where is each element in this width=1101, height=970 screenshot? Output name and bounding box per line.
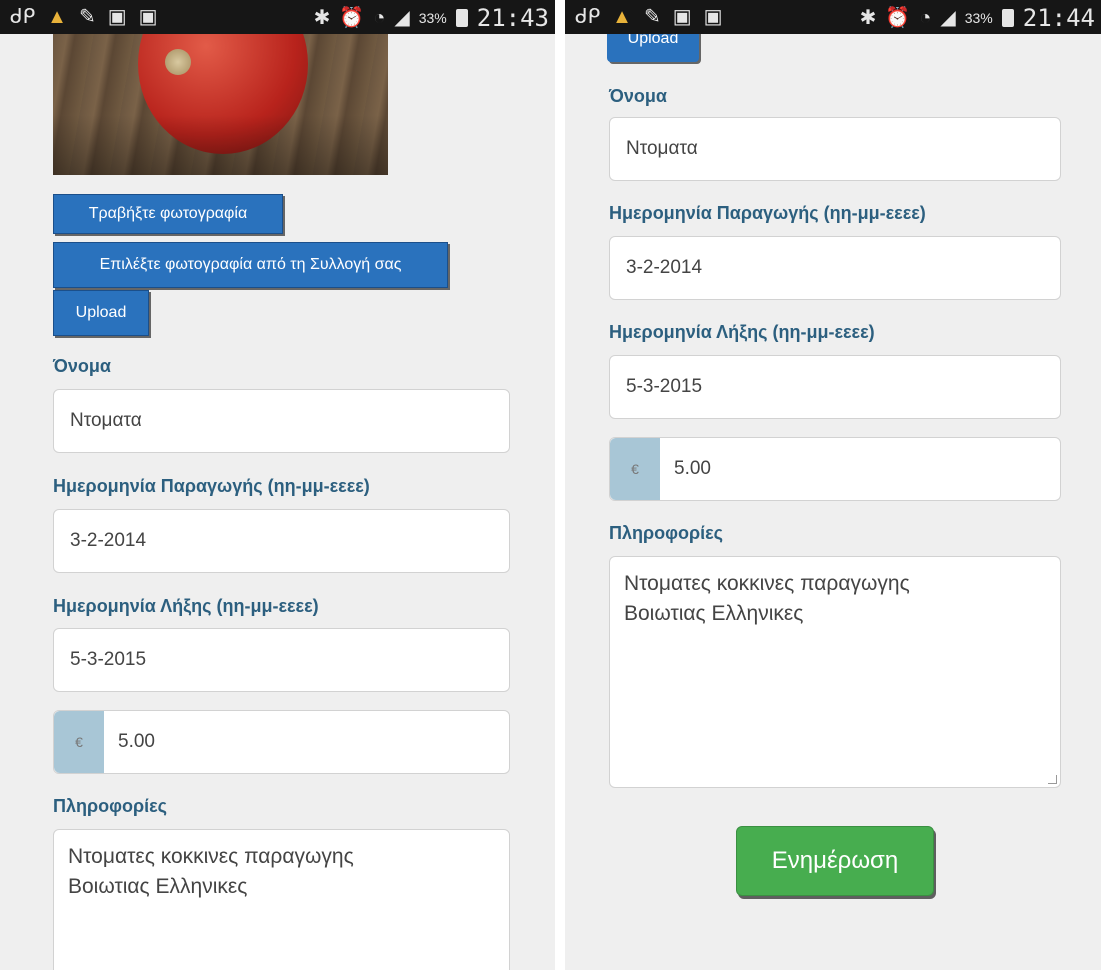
production-date-input[interactable]: 3-2-2014 (609, 236, 1061, 300)
take-photo-button[interactable]: Τραβήξτε φωτογραφία (53, 194, 283, 234)
expiry-date-value: 5-3-2015 (626, 376, 703, 397)
name-label: Όνομα (53, 356, 111, 376)
cp-icon: ᑯᑭ (10, 6, 36, 28)
status-bar-left-icons: ᑯᑭ ▲ ✎ ▣ ▣ (10, 6, 158, 28)
expiry-date-input[interactable]: 5-3-2015 (53, 628, 510, 692)
expiry-date-label: Ημερομηνία Λήξης (ηη-μμ-εεεε) (609, 322, 875, 342)
briefcase-check-icon: ▣ (703, 6, 723, 28)
name-label: Όνομα (609, 86, 667, 106)
battery-icon (455, 9, 468, 27)
currency-addon: € (610, 438, 660, 500)
signal-icon: ◢ (940, 7, 956, 29)
price-value: 5.00 (118, 731, 155, 752)
production-date-label: Ημερομηνία Παραγωγής (ηη-μμ-εεεε) (53, 476, 370, 496)
name-value: Ντοματα (626, 138, 698, 159)
photo-shadow (53, 115, 388, 175)
battery-percent: 33% (964, 10, 993, 26)
alarm-icon: ⏰ (885, 7, 911, 29)
name-input[interactable]: Ντοματα (53, 389, 510, 453)
status-bar: ᑯᑭ ▲ ✎ ▣ ▣ ✱ ⏰ ◔ ◢ 33% 21:43 (0, 0, 555, 34)
signal-icon: ◢ (394, 7, 410, 29)
info-line-1: Ντοματες κοκκινες παραγωγης (68, 845, 354, 868)
clock: 21:44 (1022, 4, 1095, 32)
tomato-stem (165, 49, 191, 75)
production-date-value: 3-2-2014 (70, 530, 147, 551)
info-textarea[interactable]: Ντοματες κοκκινες παραγωγης Βοιωτιας Ελλ… (609, 556, 1061, 788)
name-input[interactable]: Ντοματα (609, 117, 1061, 181)
name-value: Ντοματα (70, 410, 142, 431)
broom-icon: ▲ (47, 6, 67, 28)
choose-from-gallery-button[interactable]: Επιλέξτε φωτογραφία από τη Συλλογή σας (53, 242, 448, 288)
info-line-1: Ντοματες κοκκινες παραγωγης (624, 572, 910, 595)
pencil-icon: ✎ (643, 6, 661, 28)
price-input-group[interactable]: € 5.00 (609, 437, 1061, 501)
status-bar-right-icons: ✱ ⏰ ◔ ◢ 33% 21:43 (314, 4, 549, 32)
price-input-group[interactable]: € 5.00 (53, 710, 510, 774)
production-date-value: 3-2-2014 (626, 257, 703, 278)
broom-icon: ▲ (612, 6, 632, 28)
briefcase-icon: ▣ (107, 6, 127, 28)
wifi-icon: ◔ (373, 7, 386, 29)
briefcase-check-icon: ▣ (138, 6, 158, 28)
expiry-date-input[interactable]: 5-3-2015 (609, 355, 1061, 419)
bluetooth-icon: ✱ (313, 7, 331, 29)
upload-button[interactable]: Upload (53, 290, 149, 336)
status-bar-right-icons: ✱ ⏰ ◔ ◢ 33% 21:44 (860, 4, 1095, 32)
resize-handle-icon[interactable] (1048, 775, 1057, 784)
production-date-label: Ημερομηνία Παραγωγής (ηη-μμ-εεεε) (609, 203, 926, 223)
pencil-icon: ✎ (78, 6, 96, 28)
info-line-2: Βοιωτιας Ελληνικες (624, 602, 804, 625)
expiry-date-label: Ημερομηνία Λήξης (ηη-μμ-εεεε) (53, 596, 319, 616)
alarm-icon: ⏰ (339, 7, 365, 29)
info-label: Πληροφορίες (609, 523, 724, 543)
wifi-icon: ◔ (919, 7, 932, 29)
info-textarea[interactable]: Ντοματες κοκκινες παραγωγης Βοιωτιας Ελλ… (53, 829, 510, 970)
status-bar-left-icons: ᑯᑭ ▲ ✎ ▣ ▣ (575, 6, 723, 28)
cp-icon: ᑯᑭ (575, 6, 601, 28)
right-phone-screen: Upload ᑯᑭ ▲ ✎ ▣ ▣ ✱ ⏰ ◔ ◢ 33% 21:44 Όνομ… (565, 0, 1101, 970)
currency-addon: € (54, 711, 104, 773)
briefcase-icon: ▣ (672, 6, 692, 28)
battery-icon (1001, 9, 1014, 27)
clock: 21:43 (476, 4, 549, 32)
expiry-date-value: 5-3-2015 (70, 649, 147, 670)
info-line-2: Βοιωτιας Ελληνικες (68, 875, 248, 898)
left-phone-screen: ᑯᑭ ▲ ✎ ▣ ▣ ✱ ⏰ ◔ ◢ 33% 21:43 Τραβήξτε φω… (0, 0, 555, 970)
bluetooth-icon: ✱ (859, 7, 877, 29)
update-button[interactable]: Ενημέρωση (736, 826, 934, 896)
production-date-input[interactable]: 3-2-2014 (53, 509, 510, 573)
info-label: Πληροφορίες (53, 796, 168, 816)
price-value: 5.00 (674, 458, 711, 479)
product-photo (53, 34, 388, 175)
battery-percent: 33% (418, 10, 447, 26)
status-bar: ᑯᑭ ▲ ✎ ▣ ▣ ✱ ⏰ ◔ ◢ 33% 21:44 (565, 0, 1101, 34)
